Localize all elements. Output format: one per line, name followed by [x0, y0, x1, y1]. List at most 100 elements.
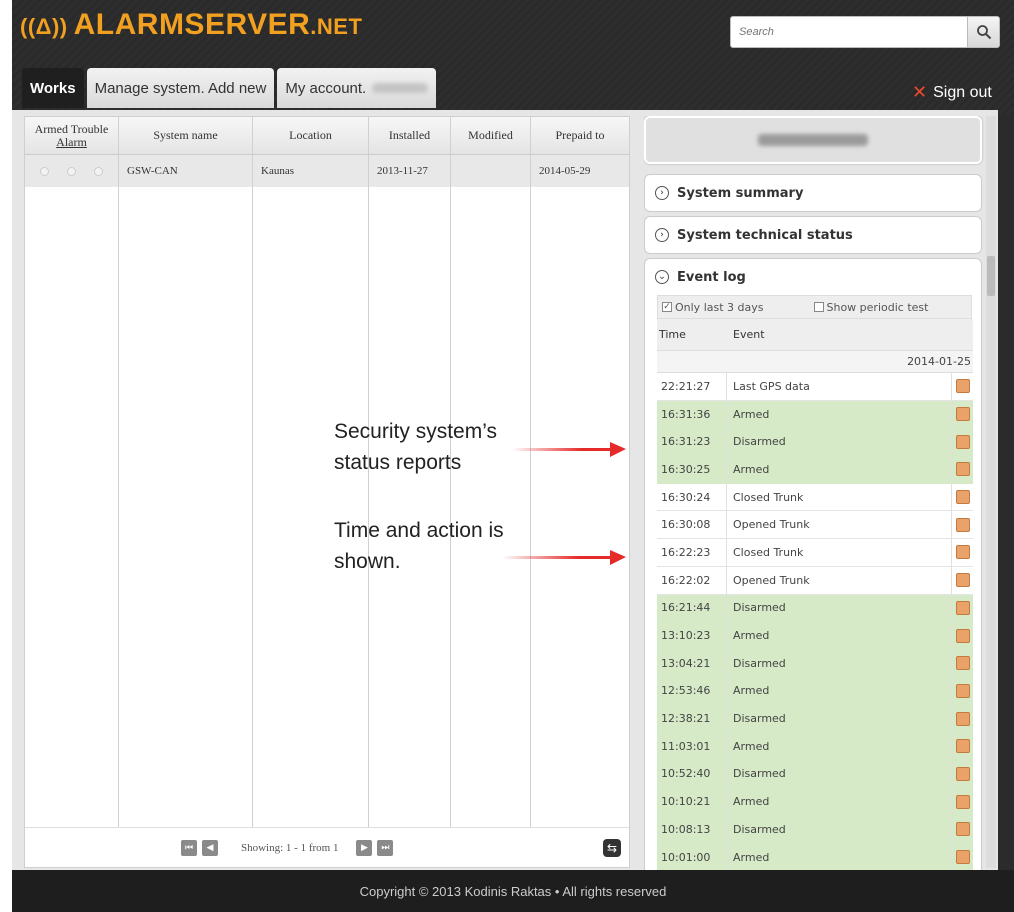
map-icon[interactable] [955, 794, 970, 809]
right-panel-scrollbar[interactable] [986, 116, 996, 868]
only-last-3-days-label: Only last 3 days [675, 300, 764, 314]
log-row[interactable]: 10:08:13 Disarmed [657, 816, 973, 844]
log-event: Closed Trunk [733, 490, 804, 504]
map-icon[interactable] [955, 434, 970, 449]
checkbox-unchecked [813, 302, 824, 312]
log-row[interactable]: 16:30:25 Armed [657, 456, 973, 484]
only-last-3-days-checkbox[interactable]: ✓ Only last 3 days [662, 301, 764, 314]
trouble-indicator [67, 166, 76, 176]
log-row[interactable]: 16:30:08 Opened Trunk [657, 511, 973, 540]
log-time: 11:03:01 [657, 732, 727, 760]
log-time: 16:22:23 [657, 539, 727, 566]
annotation-status-reports: Security system’s status reports [334, 416, 497, 478]
empty-col [25, 187, 119, 829]
event-log-header[interactable]: ⌄ Event log [645, 259, 981, 295]
cell-modified [451, 155, 531, 187]
map-icon[interactable] [955, 545, 970, 560]
show-periodic-test-checkbox[interactable]: Show periodic test [813, 301, 928, 314]
search-input[interactable] [731, 17, 967, 47]
checkbox-checked: ✓ [662, 302, 672, 312]
log-time: 12:53:46 [657, 677, 727, 705]
map-icon[interactable] [955, 683, 970, 698]
log-row[interactable]: 10:52:40 Disarmed [657, 760, 973, 789]
map-icon[interactable] [955, 711, 970, 726]
map-icon[interactable] [955, 656, 970, 671]
map-icon[interactable] [955, 628, 970, 643]
search-box [730, 16, 1000, 48]
technical-status-header[interactable]: › System technical status [645, 217, 981, 253]
annotation-line: status reports [334, 451, 462, 474]
next-page-button[interactable]: ▶ [356, 839, 373, 856]
header-trouble[interactable]: Trouble [71, 122, 109, 136]
technical-status-section: › System technical status [644, 216, 982, 254]
log-row[interactable]: 10:01:00 Armed [657, 843, 973, 872]
map-icon[interactable] [955, 766, 970, 781]
log-row[interactable]: 12:38:21 Disarmed [657, 705, 973, 733]
header-time: Time [659, 328, 686, 341]
map-icon[interactable] [955, 407, 970, 422]
log-row[interactable]: 16:31:23 Disarmed [657, 428, 973, 457]
header-armed[interactable]: Armed [35, 122, 68, 136]
header-flags: Armed Trouble Alarm [25, 117, 119, 154]
log-filters: ✓ Only last 3 days Show periodic test [657, 295, 972, 319]
map-icon[interactable] [955, 490, 970, 505]
log-row[interactable]: 16:30:24 Closed Trunk [657, 483, 973, 512]
log-row[interactable]: 11:03:01 Armed [657, 732, 973, 761]
tab-manage-system[interactable]: Manage system. Add new [86, 68, 275, 108]
refresh-button[interactable]: ⇆ [603, 839, 621, 857]
refresh-icon: ⇆ [606, 841, 618, 855]
map-icon[interactable] [955, 600, 970, 615]
map-icon[interactable] [955, 573, 970, 588]
empty-col [451, 187, 531, 829]
log-row[interactable]: 12:53:46 Armed [657, 677, 973, 706]
annotation-arrow [512, 442, 626, 457]
log-time: 12:38:21 [657, 705, 727, 732]
log-row[interactable]: 16:22:02 Opened Trunk [657, 566, 973, 595]
map-icon[interactable] [955, 462, 970, 477]
search-button[interactable] [967, 17, 999, 47]
log-row[interactable]: 16:21:44 Disarmed [657, 594, 973, 623]
tab-label: My account. [285, 79, 367, 97]
log-map-cell [951, 511, 973, 539]
sign-out-button[interactable]: ✕ Sign out [912, 82, 992, 103]
log-row[interactable]: 10:10:21 Armed [657, 788, 973, 816]
sign-out-label: Sign out [933, 83, 992, 101]
empty-col [119, 187, 253, 829]
log-row[interactable]: 13:04:21 Disarmed [657, 649, 973, 678]
search-icon [976, 25, 991, 40]
log-row[interactable]: 22:21:27 Last GPS data [657, 373, 973, 401]
logo[interactable]: ((Δ)) ALARMSERVER .NET [20, 8, 362, 42]
header-system-name[interactable]: System name [119, 117, 253, 154]
header-prepaid[interactable]: Prepaid to [531, 117, 629, 154]
map-icon[interactable] [955, 850, 970, 865]
log-event: Disarmed [733, 601, 786, 615]
map-icon[interactable] [955, 517, 970, 532]
map-icon[interactable] [955, 379, 970, 394]
log-map-cell [951, 456, 973, 483]
last-page-button[interactable]: ⏭ [377, 839, 394, 856]
tab-works[interactable]: Works [22, 68, 84, 108]
log-row[interactable]: 16:31:36 Armed [657, 400, 973, 429]
map-icon[interactable] [955, 822, 970, 837]
log-time: 22:21:27 [657, 373, 727, 400]
map-icon[interactable] [955, 739, 970, 754]
row-flags [25, 155, 119, 187]
tab-my-account[interactable]: My account. [277, 68, 437, 108]
alarm-bell-icon: ((Δ)) [20, 14, 68, 39]
log-row[interactable]: 16:22:23 Closed Trunk [657, 539, 973, 567]
log-row[interactable]: 13:10:23 Armed [657, 622, 973, 650]
system-summary-header[interactable]: › System summary [645, 175, 981, 211]
header-installed[interactable]: Installed [369, 117, 451, 154]
table-row[interactable]: GSW-CAN Kaunas 2013-11-27 2014-05-29 [25, 155, 629, 187]
close-icon: ✕ [912, 82, 928, 102]
systems-grid: Armed Trouble Alarm System name Location… [24, 116, 630, 868]
header-location[interactable]: Location [253, 117, 369, 154]
log-map-cell [951, 788, 973, 815]
header-modified[interactable]: Modified [451, 117, 531, 154]
scrollbar-thumb[interactable] [987, 256, 995, 296]
prev-page-button[interactable]: ◀ [202, 839, 218, 856]
log-time: 16:31:23 [657, 428, 727, 456]
header-alarm[interactable]: Alarm [56, 135, 87, 149]
first-page-button[interactable]: ⏮ [181, 839, 197, 856]
empty-col [253, 187, 369, 829]
